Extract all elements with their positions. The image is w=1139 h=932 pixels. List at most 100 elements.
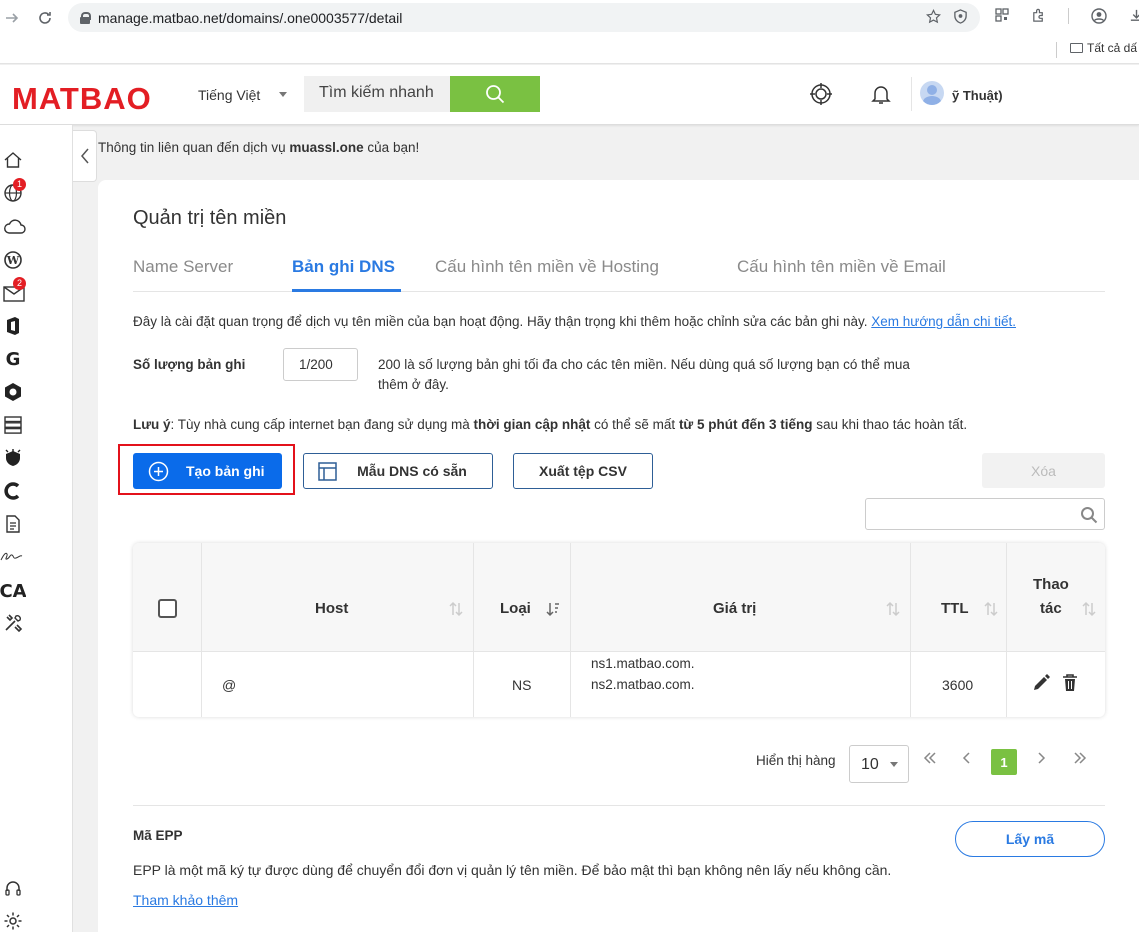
gear-icon[interactable] <box>3 911 23 931</box>
column-host[interactable]: Host <box>315 600 348 617</box>
page-size-select[interactable]: 10 <box>849 745 909 783</box>
bell-icon[interactable] <box>869 82 893 106</box>
quick-search-input[interactable]: Tìm kiếm nhanh <box>304 76 450 112</box>
export-csv-button[interactable]: Xuất tệp CSV <box>513 453 653 489</box>
lock-icon <box>80 11 91 24</box>
last-page-icon[interactable] <box>1073 751 1087 765</box>
current-page[interactable]: 1 <box>991 749 1017 775</box>
sort-icon[interactable] <box>449 601 463 617</box>
tools-icon[interactable] <box>3 613 23 633</box>
active-tab-underline <box>292 289 401 292</box>
record-count-value: 1/200 <box>283 348 358 381</box>
matbao-logo[interactable]: MATBAO <box>12 81 152 117</box>
reload-icon[interactable] <box>33 6 57 30</box>
edit-icon[interactable] <box>1031 673 1051 693</box>
server-icon[interactable] <box>3 415 23 435</box>
shield-icon[interactable] <box>953 9 968 24</box>
search-icon <box>1081 507 1098 524</box>
svg-text:G: G <box>6 349 21 369</box>
wordpress-icon[interactable]: W <box>3 250 23 270</box>
extensions-icon[interactable] <box>1031 8 1046 23</box>
column-separator <box>473 543 474 717</box>
search-button[interactable] <box>450 76 540 112</box>
address-bar[interactable]: manage.matbao.net/domains/.one0003577/de… <box>68 3 980 32</box>
note-part-3: sau khi thao tác hoàn tất. <box>812 417 968 432</box>
intro-text: Đây là cài đặt quan trọng để dịch vụ tên… <box>133 314 1016 329</box>
home-icon[interactable] <box>3 150 23 170</box>
next-page-icon[interactable] <box>1036 751 1046 765</box>
sort-icon[interactable] <box>1082 601 1096 617</box>
sort-icon[interactable] <box>886 601 900 617</box>
download-icon[interactable] <box>1129 8 1139 23</box>
notice-domain: muassl.one <box>289 140 364 155</box>
create-record-button[interactable]: Tạo bản ghi <box>133 453 282 489</box>
note-prefix: Lưu ý <box>133 417 171 432</box>
prev-page-icon[interactable] <box>962 751 972 765</box>
user-name[interactable]: ỹ Thuật) <box>952 88 1003 103</box>
avatar[interactable] <box>920 81 944 105</box>
select-all-checkbox[interactable] <box>158 599 177 618</box>
cpanel-icon[interactable] <box>3 481 23 501</box>
ca-icon[interactable]: CA <box>0 580 26 600</box>
cloud-icon[interactable] <box>3 217 27 237</box>
first-page-icon[interactable] <box>923 751 937 765</box>
column-type[interactable]: Loại <box>500 600 531 617</box>
guide-link[interactable]: Xem hướng dẫn chi tiết. <box>871 314 1016 329</box>
note-bold-2: từ 5 phút đến 3 tiếng <box>678 417 813 432</box>
document-icon[interactable] <box>3 514 23 534</box>
column-separator <box>1006 543 1007 717</box>
tab-hosting-config[interactable]: Cấu hình tên miền về Hosting <box>435 257 659 277</box>
cell-value-line-2: ns2.matbao.com. <box>591 677 695 692</box>
trash-icon[interactable] <box>1062 673 1078 693</box>
tab-email-config[interactable]: Cấu hình tên miền về Email <box>737 257 946 277</box>
column-value[interactable]: Giá trị <box>713 600 756 617</box>
office-icon[interactable] <box>3 316 23 336</box>
page-title: Quản trị tên miền <box>133 207 287 229</box>
app-header: MATBAO Tiếng Việt Tìm kiếm nhanh ỹ Thuật… <box>0 65 1139 125</box>
record-count-label: Số lượng bản ghi <box>133 357 246 372</box>
language-select[interactable]: Tiếng Việt <box>198 87 260 103</box>
all-bookmarks[interactable]: Tất cả dấ <box>1070 41 1137 55</box>
column-actions-line-2: tác <box>1040 600 1062 617</box>
svg-text:W: W <box>6 254 20 267</box>
notice-suffix: của bạn! <box>363 140 420 155</box>
column-ttl[interactable]: TTL <box>941 600 969 617</box>
template-icon <box>318 462 337 481</box>
star-icon[interactable] <box>926 9 941 24</box>
epp-description: EPP là một mã ký tự được dùng để chuyển … <box>133 855 893 915</box>
dns-template-button[interactable]: Mẫu DNS có sẵn <box>303 453 493 489</box>
tab-dns-records[interactable]: Bản ghi DNS <box>292 257 395 277</box>
epp-learn-more-link[interactable]: Tham khảo thêm <box>133 892 238 908</box>
mail-badge: 2 <box>13 277 26 290</box>
headset-icon[interactable] <box>3 879 23 899</box>
profile-icon[interactable] <box>1091 8 1107 24</box>
table-search-input[interactable] <box>865 498 1105 530</box>
tab-bar: Name Server Bản ghi DNS Cấu hình tên miề… <box>133 252 1105 292</box>
delete-button[interactable]: Xóa <box>982 453 1105 488</box>
security-bug-icon[interactable] <box>3 448 23 468</box>
service-notice: Thông tin liên quan đến dịch vụ muassl.o… <box>98 140 419 155</box>
domains-badge: 1 <box>13 178 26 191</box>
section-divider <box>133 805 1105 806</box>
sort-icon[interactable] <box>984 601 998 617</box>
create-record-label: Tạo bản ghi <box>186 463 265 479</box>
chevron-left-icon <box>80 148 89 164</box>
epp-title: Mã EPP <box>133 828 183 843</box>
tab-name-server[interactable]: Name Server <box>133 257 233 277</box>
get-epp-code-button[interactable]: Lấy mã <box>955 821 1105 857</box>
support-target-icon[interactable] <box>809 82 833 106</box>
dns-records-table: Host Loại Giá trị TTL Thao tác @ NS ns1.… <box>133 543 1105 717</box>
hexagon-icon[interactable] <box>3 382 23 402</box>
qr-icon[interactable] <box>995 8 1009 22</box>
sort-desc-icon[interactable] <box>546 601 560 617</box>
update-note: Lưu ý: Tùy nhà cung cấp internet bạn đan… <box>133 417 967 432</box>
google-icon[interactable]: G <box>3 349 23 369</box>
all-bookmarks-label: Tất cả dấ <box>1087 41 1138 55</box>
url-text: manage.matbao.net/domains/.one0003577/de… <box>98 9 403 26</box>
note-part-1: : Tùy nhà cung cấp internet bạn đang sử … <box>170 417 474 432</box>
forward-icon[interactable] <box>0 6 24 30</box>
signature-icon[interactable] <box>0 546 26 566</box>
note-part-2: có thể sẽ mất <box>590 417 679 432</box>
sidebar-collapse-button[interactable] <box>73 130 97 182</box>
folder-icon <box>1070 43 1083 53</box>
